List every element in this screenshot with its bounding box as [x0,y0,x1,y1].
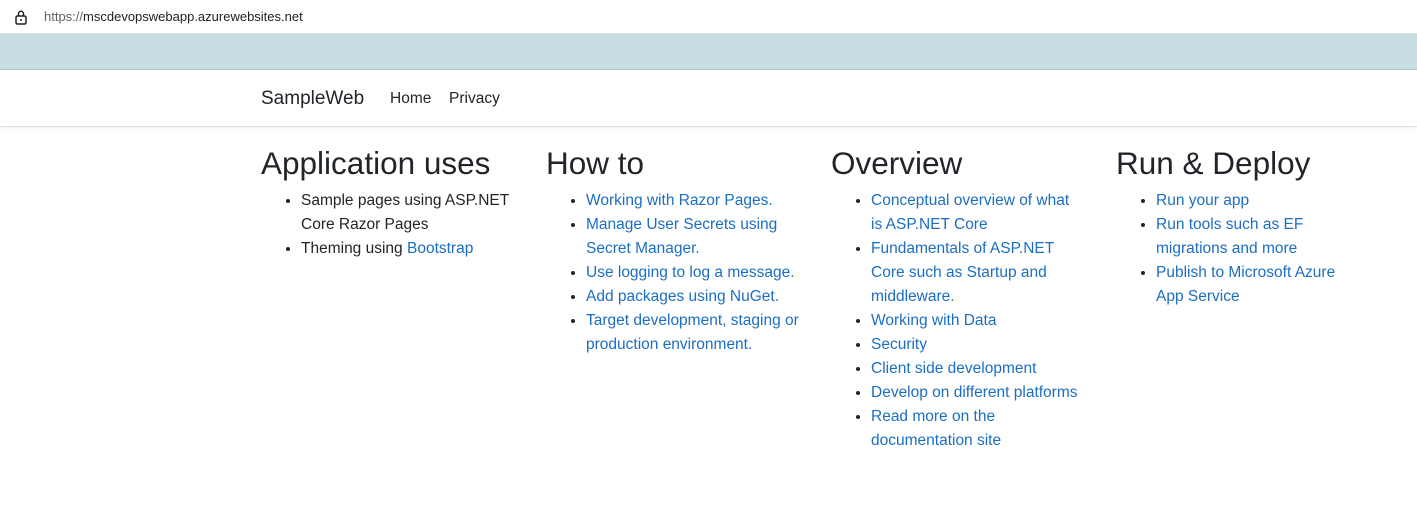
link-client-side[interactable]: Client side development [871,360,1036,377]
link-conceptual-overview[interactable]: Conceptual overview of what is ASP.NET C… [871,192,1069,233]
link-run-tools[interactable]: Run tools such as EF migrations and more [1156,216,1303,257]
browser-address-bar[interactable]: https://mscdevopswebapp.azurewebsites.ne… [0,0,1417,34]
link-run-app[interactable]: Run your app [1156,192,1249,209]
link-documentation[interactable]: Read more on the documentation site [871,408,1001,449]
list-item: Develop on different platforms [871,381,1083,405]
site-navbar: SampleWeb Home Privacy [0,70,1417,127]
url-text[interactable]: https://mscdevopswebapp.azurewebsites.ne… [44,9,303,24]
brand-link[interactable]: SampleWeb [261,88,364,110]
link-working-with-data[interactable]: Working with Data [871,312,996,329]
column-overview: Overview Conceptual overview of what is … [831,143,1101,453]
link-fundamentals[interactable]: Fundamentals of ASP.NET Core such as Sta… [871,240,1054,305]
link-razor-pages[interactable]: Working with Razor Pages. [586,192,773,209]
list-item: Theming using Bootstrap [301,237,523,261]
link-platforms[interactable]: Develop on different platforms [871,384,1078,401]
heading-run-deploy: Run & Deploy [1116,145,1311,181]
list-item: Publish to Microsoft Azure App Service [1156,261,1356,309]
link-security[interactable]: Security [871,336,927,353]
url-host: mscdevopswebapp.azurewebsites.net [83,9,303,24]
heading-how-to: How to [546,145,645,181]
list-item: Conceptual overview of what is ASP.NET C… [871,189,1083,237]
browser-toolbar-band [0,34,1417,70]
list-item: Working with Razor Pages. [586,189,808,213]
url-scheme: https:// [44,9,84,24]
list-item: Fundamentals of ASP.NET Core such as Sta… [871,237,1083,309]
link-publish-azure[interactable]: Publish to Microsoft Azure App Service [1156,264,1335,305]
list-item: Target development, staging or productio… [586,309,808,357]
link-nuget[interactable]: Add packages using NuGet. [586,288,779,305]
list-item: Sample pages using ASP.NET Core Razor Pa… [301,189,523,237]
list-run-deploy: Run your app Run tools such as EF migrat… [1116,189,1386,309]
list-item: Client side development [871,357,1083,381]
link-user-secrets[interactable]: Manage User Secrets using Secret Manager… [586,216,777,257]
list-item: Run tools such as EF migrations and more [1156,213,1356,261]
list-item: Read more on the documentation site [871,405,1083,453]
list-item: Use logging to log a message. [586,261,808,285]
list-item: Add packages using NuGet. [586,285,808,309]
bootstrap-link[interactable]: Bootstrap [407,240,473,257]
column-how-to: How to Working with Razor Pages. Manage … [546,143,816,357]
heading-overview: Overview [831,145,963,181]
list-item: Run your app [1156,189,1356,213]
lock-icon[interactable] [14,9,28,25]
column-run-deploy: Run & Deploy Run your app Run tools such… [1116,143,1386,309]
list-item: Manage User Secrets using Secret Manager… [586,213,808,261]
list-how-to: Working with Razor Pages. Manage User Se… [546,189,816,357]
list-item: Security [871,333,1083,357]
nav-link-home[interactable]: Home [390,90,431,108]
list-overview: Conceptual overview of what is ASP.NET C… [831,189,1101,453]
link-environments[interactable]: Target development, staging or productio… [586,312,799,353]
link-logging[interactable]: Use logging to log a message. [586,264,795,281]
list-application-uses: Sample pages using ASP.NET Core Razor Pa… [261,189,531,261]
heading-application-uses: Application uses [261,145,491,181]
list-item: Working with Data [871,309,1083,333]
nav-link-privacy[interactable]: Privacy [449,90,500,108]
column-application-uses: Application uses Sample pages using ASP.… [261,143,531,261]
list-item-text: Theming using [301,240,407,257]
